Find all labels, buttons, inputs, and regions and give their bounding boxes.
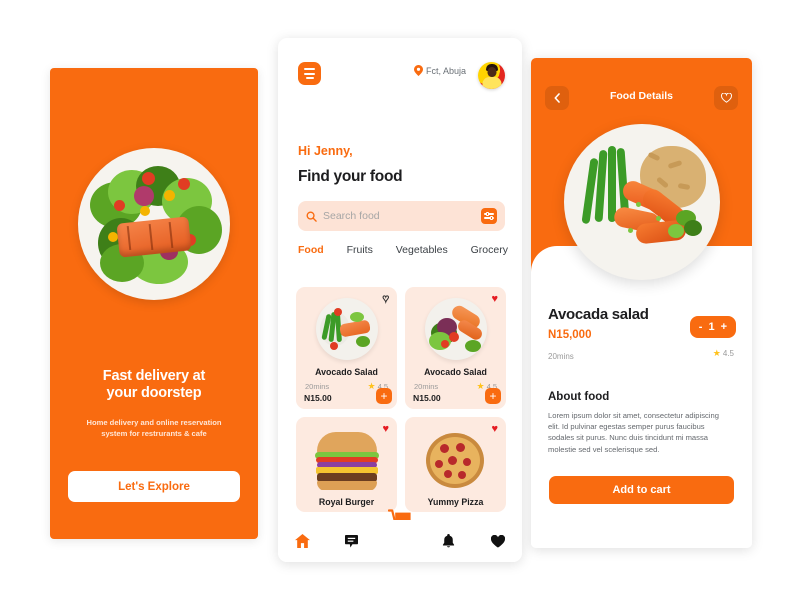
favorite-heart-icon[interactable]: ♥	[382, 424, 389, 435]
quantity-stepper[interactable]: - 1 +	[689, 316, 736, 338]
onboarding-title-line1: Fast delivery at	[102, 368, 206, 384]
home-icon	[294, 534, 310, 548]
food-card[interactable]: ♥ Avocado Salad 20mins ★ 4.5 N15.00 +	[405, 287, 506, 409]
about-food-heading: About food	[548, 391, 610, 403]
tab-grocery[interactable]: Grocery	[471, 244, 508, 256]
location-label: Fct, Abuja	[425, 65, 466, 76]
avatar-head	[487, 67, 496, 77]
details-title: Food Details	[609, 90, 673, 102]
add-to-cart-plus-button[interactable]: +	[485, 388, 501, 404]
food-card-title: Royal Burger	[318, 497, 375, 507]
food-card-title: Avocado Salad	[424, 367, 487, 377]
details-food-time: 20mins	[548, 352, 574, 361]
user-avatar[interactable]	[478, 62, 505, 89]
onboarding-screen: Fast delivery at your doorstep Home deli…	[50, 68, 258, 539]
search-bar[interactable]	[298, 201, 505, 231]
nav-item-home[interactable]	[278, 534, 327, 548]
hamburger-menu-icon[interactable]	[298, 62, 321, 85]
details-food-price: N15,000	[548, 329, 592, 341]
tab-fruits[interactable]: Fruits	[347, 244, 373, 256]
details-food-name: Avocada salad	[548, 306, 649, 323]
quantity-decrease-button[interactable]: -	[699, 321, 703, 333]
star-icon: ★	[367, 381, 376, 391]
food-card[interactable]: ♥ Avocado Salad 20mins ★ 4.5 N15.00 +	[296, 287, 397, 409]
home-topbar: Fct, Abuja	[298, 62, 505, 92]
favorite-heart-icon[interactable]: ♥	[491, 294, 498, 305]
lets-explore-button[interactable]: Let's Explore	[68, 471, 240, 502]
nav-item-notifications[interactable]	[424, 534, 473, 548]
food-card-grid: ♥ Avocado Salad 20mins ★ 4.5 N15.00 + ♥ …	[296, 287, 506, 512]
heart-icon	[490, 534, 505, 548]
food-card[interactable]: ♥ Royal Burger	[296, 417, 397, 512]
favorite-heart-icon[interactable]: ♥	[382, 293, 389, 305]
food-card-time: 20mins	[414, 382, 439, 391]
heart-outline-icon	[720, 93, 732, 103]
food-card[interactable]: ♥ Yummy Pizza	[405, 417, 506, 512]
add-to-cart-button[interactable]: Add to cart	[549, 476, 734, 504]
category-tabs: Food Fruits Vegetables Grocery	[298, 244, 508, 256]
tab-food[interactable]: Food	[298, 244, 324, 256]
bottom-navigation	[278, 520, 522, 562]
location-indicator[interactable]: Fct, Abuja	[413, 65, 466, 76]
avatar-body	[482, 77, 501, 89]
quantity-increase-button[interactable]: +	[721, 321, 727, 333]
favorite-heart-icon[interactable]: ♥	[491, 424, 498, 435]
onboarding-subtitle: Home delivery and online reservation sys…	[64, 417, 244, 439]
onboarding-title: Fast delivery at your doorstep	[50, 368, 258, 402]
home-screen: Fct, Abuja Hi Jenny, Find your food Food…	[278, 38, 522, 562]
details-food-image	[563, 124, 720, 280]
tab-vegetables[interactable]: Vegetables	[396, 244, 448, 256]
quantity-value: 1	[708, 320, 715, 333]
onboarding-hero-image	[78, 148, 230, 300]
app-mockup-canvas: Fast delivery at your doorstep Home deli…	[0, 0, 800, 600]
nav-item-messages[interactable]	[327, 534, 376, 548]
food-card-image	[315, 298, 378, 360]
food-card-image	[424, 298, 487, 360]
details-header: Food Details	[545, 86, 738, 110]
about-food-body: Lorem ipsum dolor sit amet, consectetur …	[548, 411, 719, 454]
star-icon: ★	[712, 348, 721, 358]
favorite-button[interactable]	[714, 86, 738, 110]
star-icon: ★	[476, 381, 485, 391]
page-title: Find your food	[298, 168, 403, 185]
chat-icon	[344, 534, 358, 547]
food-card-image	[420, 430, 492, 490]
onboarding-subtitle-line2: system for restrurants & cafe	[101, 429, 207, 438]
add-to-cart-plus-button[interactable]: +	[376, 388, 392, 404]
onboarding-title-line2: your doorstep	[106, 385, 202, 401]
search-icon	[306, 211, 317, 222]
details-rating: ★ 4.5	[712, 348, 734, 359]
food-details-screen: Food Details Avocada salad N15,000 20min…	[531, 58, 752, 548]
nav-item-favorites[interactable]	[473, 534, 522, 548]
map-pin-icon	[413, 65, 423, 76]
details-rating-value: 4.5	[722, 349, 734, 358]
search-input[interactable]	[323, 210, 481, 222]
food-card-title: Yummy Pizza	[427, 497, 484, 507]
onboarding-subtitle-line1: Home delivery and online reservation	[86, 418, 222, 427]
food-card-time: 20mins	[305, 382, 330, 391]
bell-icon	[443, 534, 455, 548]
filter-sliders-icon[interactable]	[481, 208, 497, 224]
food-card-title: Avocado Salad	[315, 367, 378, 377]
greeting-text: Hi Jenny,	[298, 144, 353, 158]
food-card-image	[311, 430, 383, 490]
